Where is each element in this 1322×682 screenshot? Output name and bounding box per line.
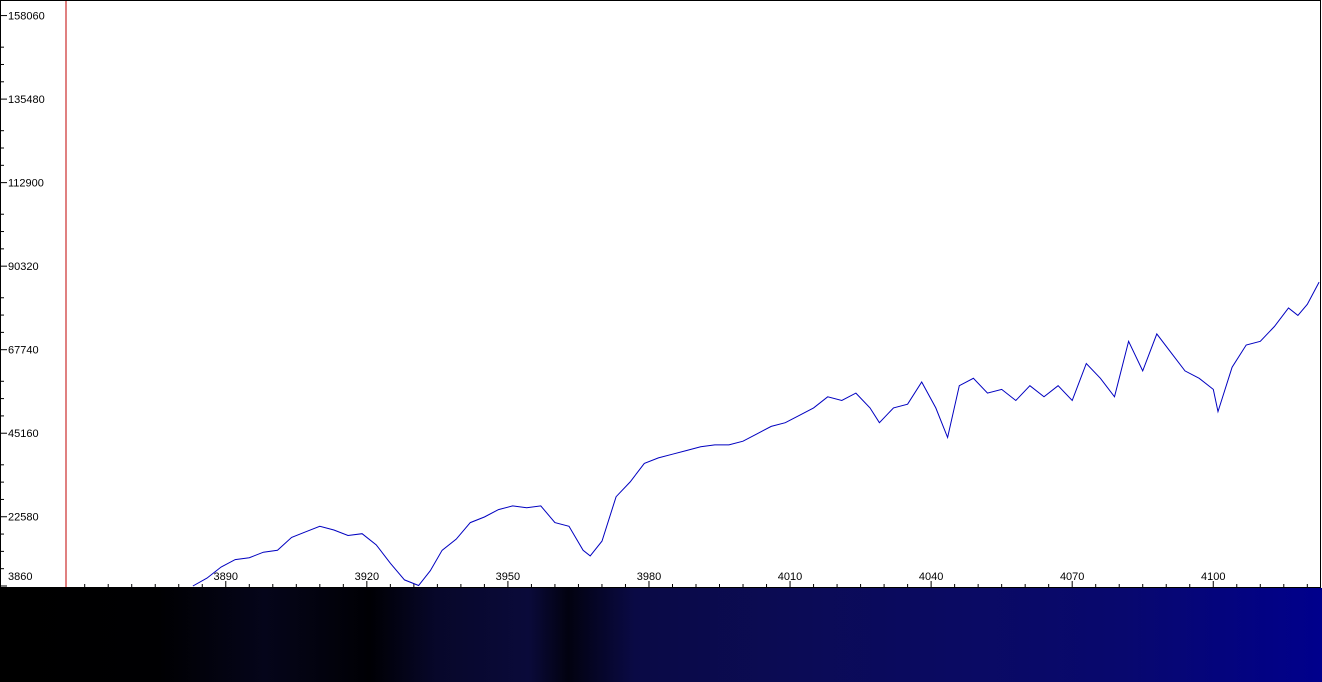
- y-tick-label: 90320: [8, 261, 39, 273]
- y-tick-label: 45160: [8, 428, 39, 440]
- x-tick-label: 3920: [355, 571, 379, 583]
- x-tick-label: 3890: [214, 571, 238, 583]
- y-tick-label: 158060: [8, 11, 45, 23]
- y-tick-label: 22580: [8, 512, 39, 524]
- x-tick-label: 4040: [919, 571, 943, 583]
- y-tick-label: 135480: [8, 94, 45, 106]
- x-tick-label: 3980: [637, 571, 661, 583]
- y-tick-label: 3860: [8, 571, 32, 583]
- spectrum-color-strip: [0, 588, 1322, 682]
- x-tick-label: 3950: [496, 571, 520, 583]
- y-tick-label: 112900: [8, 178, 44, 190]
- x-tick-label: 4070: [1060, 571, 1084, 583]
- x-tick-label: 4010: [778, 571, 802, 583]
- plot-background: [0, 0, 1322, 588]
- spectrum-plot[interactable]: 3860 22580 45160 67740 90320 112900 135480 1580…: [0, 0, 1322, 588]
- y-tick-label: 67740: [8, 345, 39, 357]
- x-tick-label: 4100: [1201, 571, 1225, 583]
